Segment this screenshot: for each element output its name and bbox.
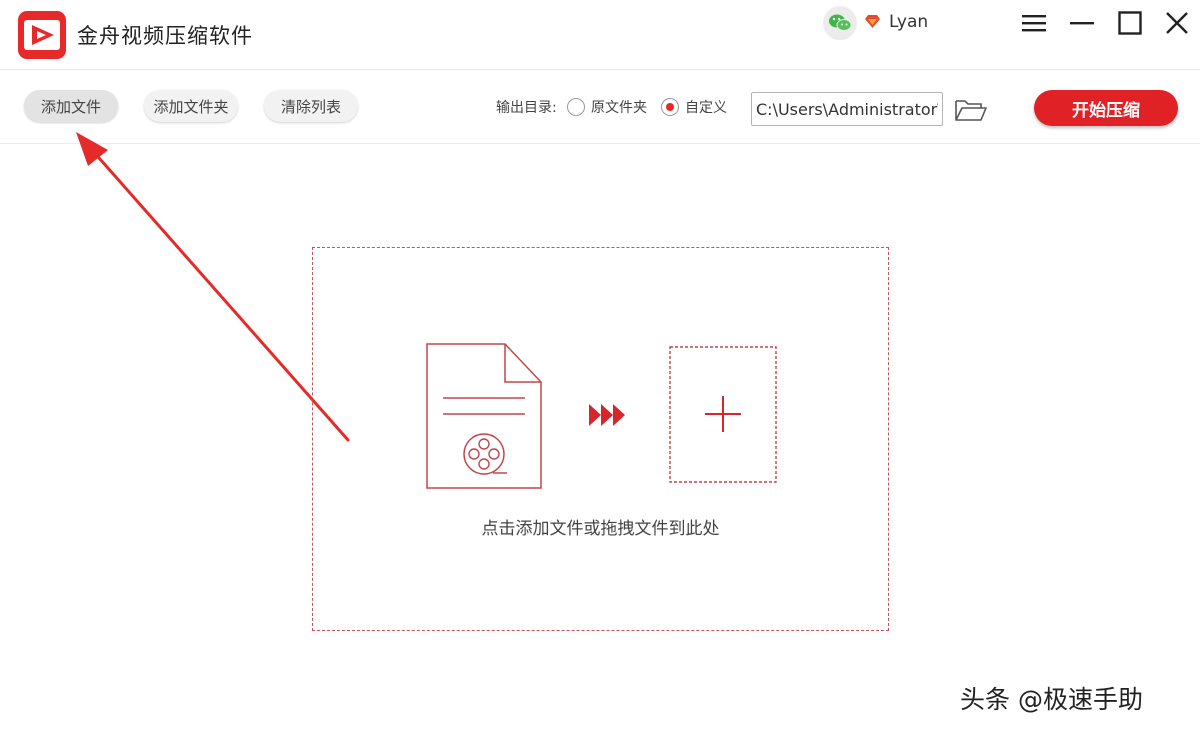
radio-original-folder[interactable]	[567, 98, 585, 116]
triple-arrow-icon	[589, 404, 625, 426]
file-drop-zone[interactable]: 点击添加文件或拖拽文件到此处	[312, 247, 889, 631]
radio-original-folder-label: 原文件夹	[591, 100, 647, 116]
clear-list-button[interactable]: 清除列表	[264, 90, 358, 122]
username: Lyan	[889, 12, 929, 32]
output-dir-label: 输出目录:	[496, 100, 557, 116]
app-title: 金舟视频压缩软件	[77, 24, 253, 48]
drop-hint-text: 点击添加文件或拖拽文件到此处	[481, 519, 720, 539]
wechat-icon[interactable]	[823, 6, 857, 40]
app-logo-icon	[18, 11, 66, 59]
title-bar: 金舟视频压缩软件 Lyan	[0, 0, 1200, 70]
add-file-button[interactable]: 添加文件	[24, 90, 118, 122]
add-folder-button[interactable]: 添加文件夹	[144, 90, 238, 122]
radio-custom-folder-label: 自定义	[685, 100, 727, 116]
maximize-icon[interactable]	[1113, 8, 1147, 38]
start-compress-button[interactable]: 开始压缩	[1034, 90, 1178, 126]
open-folder-icon[interactable]	[954, 98, 988, 122]
hamburger-menu-icon[interactable]	[1017, 8, 1051, 38]
close-icon[interactable]	[1160, 8, 1194, 38]
add-placeholder-icon	[669, 346, 777, 483]
vip-diamond-icon	[864, 14, 881, 29]
video-file-icon	[426, 343, 542, 489]
toolbar: 添加文件 添加文件夹 清除列表 输出目录: 原文件夹 自定义 开始压缩	[0, 71, 1200, 144]
radio-custom-folder[interactable]	[661, 98, 679, 116]
output-path-input[interactable]	[751, 92, 943, 126]
minimize-icon[interactable]	[1065, 8, 1099, 38]
watermark-text: 头条 @极速手助	[960, 685, 1143, 714]
drop-illustration	[426, 343, 777, 489]
